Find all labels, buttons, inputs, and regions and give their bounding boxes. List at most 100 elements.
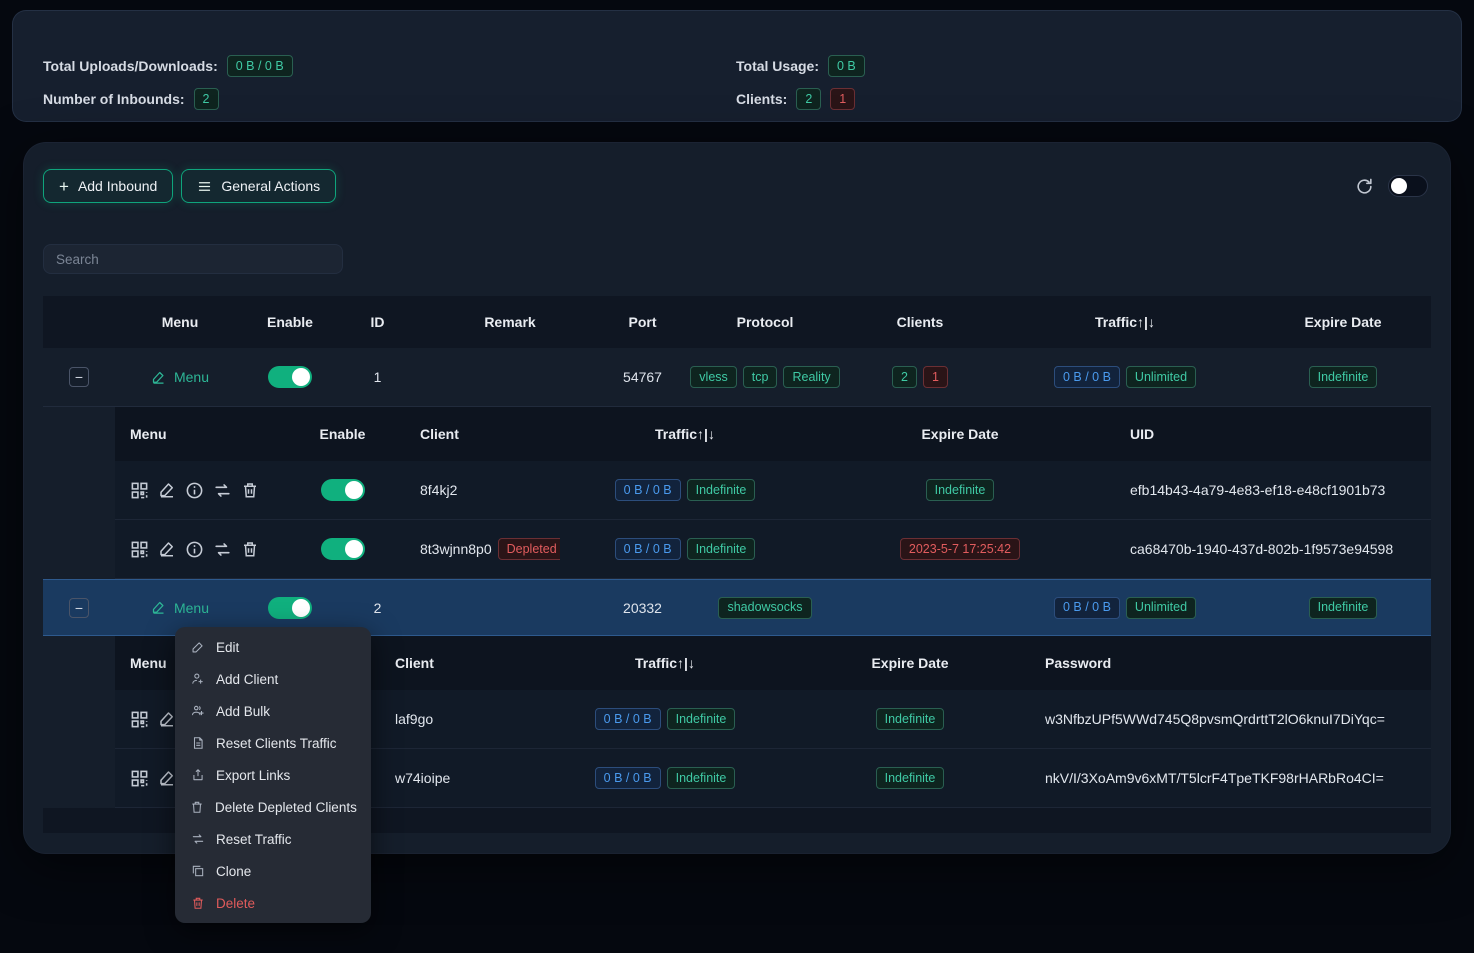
client-enable-toggle[interactable]: [321, 479, 365, 501]
context-menu-item-export-links[interactable]: Export Links: [175, 759, 371, 791]
refresh-icon[interactable]: [1355, 177, 1374, 196]
client-enable-toggle[interactable]: [321, 538, 365, 560]
header-expire-date: Expire Date: [1255, 314, 1431, 330]
inbound-id: 1: [335, 369, 420, 385]
clients-subtable-vless: Menu Enable Client Traffic↑|↓ Expire Dat…: [115, 407, 1431, 579]
toggle-knob: [345, 540, 363, 558]
subheader-client: Client: [380, 426, 560, 442]
qr-code-icon[interactable]: [130, 540, 149, 559]
expire-badge: Indefinite: [1309, 366, 1378, 388]
client-row-8t3wjnn8p0: 8t3wjnn8p0 Depleted 0 B / 0 B Indefinite…: [115, 520, 1431, 579]
inbounds-table-header: Menu Enable ID Remark Port Protocol Clie…: [43, 296, 1431, 348]
context-menu-item-edit[interactable]: Edit: [175, 631, 371, 663]
delete-client-icon[interactable]: [241, 481, 259, 499]
export-links-icon: [190, 768, 205, 782]
traffic-badge: 0 B / 0 B: [1054, 597, 1120, 619]
general-actions-button[interactable]: General Actions: [181, 169, 336, 203]
inbound-port: 54767: [600, 369, 685, 385]
inbound-protocols: vless tcp Reality: [685, 366, 845, 388]
context-menu-item-delete[interactable]: Delete: [175, 887, 371, 919]
row-menu-button[interactable]: Menu: [151, 369, 209, 385]
client-password: nkV/I/3XoAm9v6xMT/T5lcrF4TpeTKF98rHARbRo…: [1030, 770, 1431, 786]
add-inbound-button[interactable]: + Add Inbound: [43, 169, 173, 203]
number-of-inbounds-label: Number of Inbounds:: [43, 91, 185, 107]
qr-code-icon[interactable]: [130, 481, 149, 500]
toggle-knob: [292, 368, 310, 386]
context-menu-label: Export Links: [216, 768, 290, 783]
context-menu-item-clone[interactable]: Clone: [175, 855, 371, 887]
clone-icon: [190, 864, 205, 878]
client-expire-badge: Indefinite: [926, 479, 995, 501]
header-id: ID: [335, 314, 420, 330]
qr-code-icon[interactable]: [130, 769, 149, 788]
subheader-enable: Enable: [305, 426, 380, 442]
depleted-badge: Depleted: [498, 538, 560, 560]
clients-active-count: 2: [796, 88, 821, 110]
edit-client-icon[interactable]: [158, 769, 176, 787]
inbound-row-1: − Menu 1 54767 vless tcp Reality 2 1 0: [43, 348, 1431, 407]
reset-traffic-icon[interactable]: [213, 481, 232, 500]
reset-clients-traffic-icon: [190, 736, 205, 750]
qr-code-icon[interactable]: [130, 710, 149, 729]
row-menu-label: Menu: [174, 369, 209, 385]
enable-toggle[interactable]: [268, 597, 312, 619]
enable-toggle[interactable]: [268, 366, 312, 388]
collapse-row-button[interactable]: −: [69, 598, 89, 618]
client-traffic-badge: 0 B / 0 B: [595, 708, 661, 730]
edit-icon: [190, 640, 205, 654]
context-menu-item-reset-clients-traffic[interactable]: Reset Clients Traffic: [175, 727, 371, 759]
client-traffic-limit-badge: Indefinite: [687, 479, 756, 501]
header-enable: Enable: [245, 314, 335, 330]
protocol-badge: shadowsocks: [718, 597, 811, 619]
subheader-traffic: Traffic↑|↓: [560, 426, 810, 442]
context-menu-item-add-client[interactable]: Add Client: [175, 663, 371, 695]
context-menu-item-reset-traffic[interactable]: Reset Traffic: [175, 823, 371, 855]
subheader-password: Password: [1030, 655, 1431, 671]
info-icon[interactable]: [185, 540, 204, 559]
protocol-badge: vless: [690, 366, 736, 388]
context-menu-label: Clone: [216, 864, 251, 879]
client-traffic-limit-badge: Indefinite: [667, 767, 736, 789]
reset-traffic-icon[interactable]: [213, 540, 232, 559]
context-menu-label: Delete: [216, 896, 255, 911]
subheader-menu: Menu: [115, 426, 305, 442]
subheader-client: Client: [370, 655, 540, 671]
header-menu: Menu: [115, 314, 245, 330]
inbound-protocols: shadowsocks: [685, 597, 845, 619]
toggle-knob: [292, 599, 310, 617]
dark-mode-toggle[interactable]: [1388, 175, 1428, 197]
client-expire-badge: Indefinite: [876, 708, 945, 730]
delete-client-icon[interactable]: [241, 540, 259, 558]
traffic-limit-badge: Unlimited: [1126, 597, 1196, 619]
add-bulk-icon: [190, 704, 205, 718]
info-icon[interactable]: [185, 481, 204, 500]
expire-badge: Indefinite: [1309, 597, 1378, 619]
client-traffic-badge: 0 B / 0 B: [615, 538, 681, 560]
client-traffic-badge: 0 B / 0 B: [615, 479, 681, 501]
clients-subtable-header: Menu Enable Client Traffic↑|↓ Expire Dat…: [115, 407, 1431, 461]
context-menu-item-add-bulk[interactable]: Add Bulk: [175, 695, 371, 727]
traffic-badge: 0 B / 0 B: [1054, 366, 1120, 388]
header-traffic: Traffic↑|↓: [995, 314, 1255, 330]
collapse-row-button[interactable]: −: [69, 367, 89, 387]
toggle-knob: [345, 481, 363, 499]
search-input[interactable]: [43, 244, 343, 274]
inbound-context-menu: Edit Add Client Add Bulk Reset Clients T…: [175, 627, 371, 923]
edit-client-icon[interactable]: [158, 710, 176, 728]
row-menu-button[interactable]: Menu: [151, 600, 209, 616]
clients-depleted-count: 1: [830, 88, 855, 110]
inbound-traffic: 0 B / 0 B Unlimited: [995, 366, 1255, 388]
traffic-limit-badge: Unlimited: [1126, 366, 1196, 388]
edit-client-icon[interactable]: [158, 481, 176, 499]
context-menu-label: Reset Clients Traffic: [216, 736, 337, 751]
number-of-inbounds-value: 2: [194, 88, 219, 110]
stat-total-usage: Total Usage: 0 B: [736, 55, 865, 77]
stat-clients: Clients: 2 1: [736, 88, 865, 110]
inbound-clients: 2 1: [845, 366, 995, 388]
client-name: laf9go: [370, 711, 540, 727]
context-menu-label: Delete Depleted Clients: [215, 800, 357, 815]
edit-client-icon[interactable]: [158, 540, 176, 558]
client-uid: ca68470b-1940-437d-802b-1f9573e94598: [1110, 541, 1431, 557]
context-menu-label: Add Client: [216, 672, 278, 687]
context-menu-item-delete-depleted-clients[interactable]: Delete Depleted Clients: [175, 791, 371, 823]
